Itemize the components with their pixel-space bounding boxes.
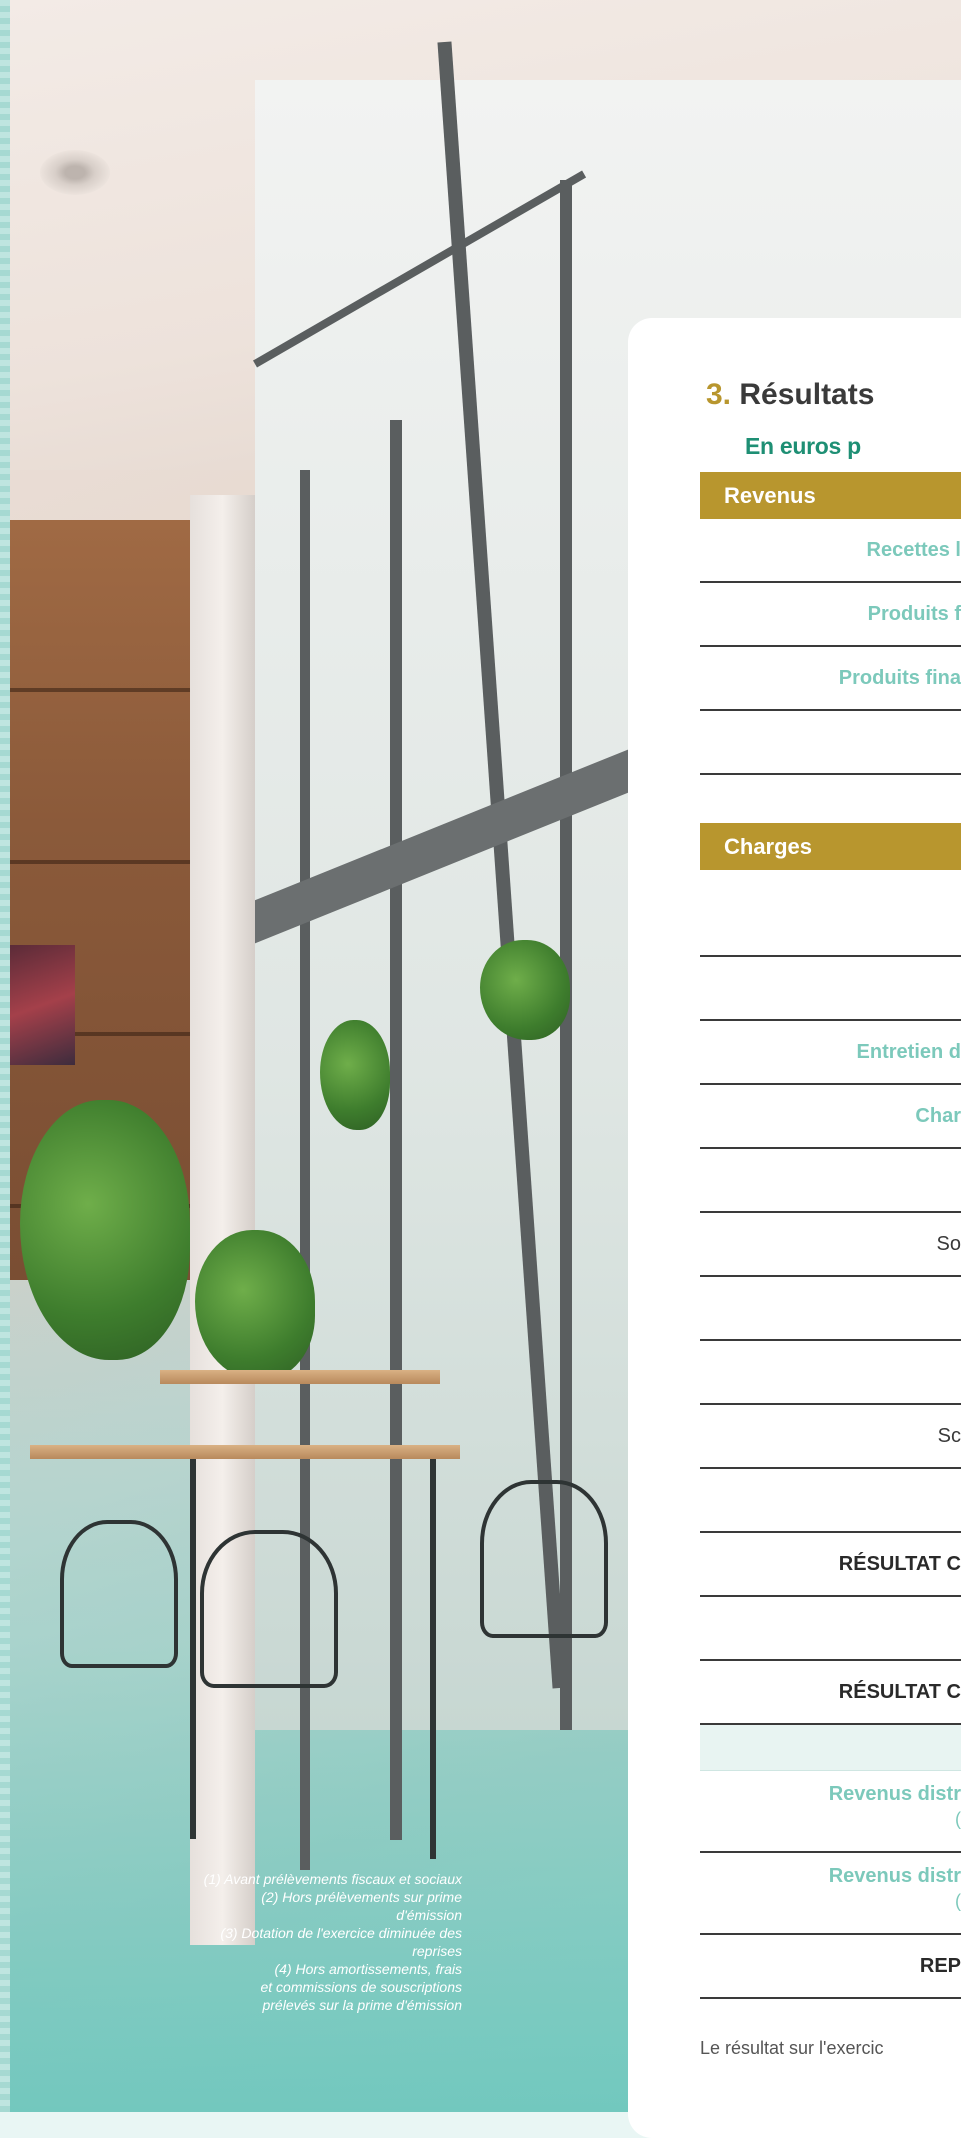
- chair: [60, 1520, 178, 1668]
- chair: [200, 1530, 338, 1688]
- table-row: Recettes l: [700, 519, 961, 583]
- footer-note: Le résultat sur l'exercic: [700, 2038, 884, 2059]
- palm-plant: [20, 1100, 190, 1360]
- window-mullion: [390, 420, 402, 1840]
- table-leg: [190, 1459, 196, 1839]
- table-row: [700, 1149, 961, 1213]
- chair: [480, 1480, 608, 1638]
- result-row: RÉSULTAT C: [700, 1533, 961, 1597]
- footnote: (3) Dotation de l'exercice diminuée des: [100, 1924, 462, 1942]
- table-row-subtotal: Sc: [700, 1405, 961, 1469]
- result-row: RÉSULTAT C: [700, 1661, 961, 1725]
- report-row: REP: [700, 1935, 961, 1999]
- row-label: Char: [915, 1105, 961, 1128]
- revenus-header-label: Revenus: [724, 483, 816, 509]
- table-row-total: [700, 711, 961, 775]
- palm-plant: [195, 1230, 315, 1380]
- row-label: REP: [920, 1955, 961, 1978]
- footnote: reprises: [100, 1942, 462, 1960]
- row-label: Produits f: [868, 603, 961, 626]
- revenus-header: Revenus: [700, 472, 961, 519]
- row-label: Sc: [938, 1425, 961, 1448]
- high-table: [160, 1370, 440, 1384]
- section-title: 3. Résultats: [706, 378, 874, 412]
- footnote: d'émission: [100, 1906, 462, 1924]
- row-sublabel: (: [955, 1809, 961, 1830]
- footnote: et commissions de souscriptions: [100, 1978, 462, 1996]
- section-title-text: Résultats: [739, 378, 874, 411]
- row-label: Recettes l: [867, 539, 961, 562]
- high-table: [30, 1445, 460, 1459]
- section-number: 3.: [706, 378, 731, 411]
- table-row: [700, 1341, 961, 1405]
- footnotes: (1) Avant prélèvements fiscaux et sociau…: [100, 1870, 462, 2014]
- distribution-row: Revenus distr (: [700, 1771, 961, 1853]
- row-label: Revenus distr: [829, 1865, 961, 1888]
- ceiling-vent: [40, 150, 110, 195]
- section-subtitle: En euros p: [745, 433, 861, 460]
- row-label: So: [937, 1233, 961, 1256]
- table-row: Produits f: [700, 583, 961, 647]
- distribution-row: Revenus distr (: [700, 1853, 961, 1935]
- hanging-plant: [320, 1020, 390, 1130]
- hanging-plant: [480, 940, 570, 1040]
- table-row: Produits fina: [700, 647, 961, 711]
- charges-header-label: Charges: [724, 834, 812, 860]
- white-column: [190, 495, 255, 1945]
- row-label: RÉSULTAT C: [839, 1553, 961, 1576]
- footnote: (4) Hors amortissements, frais: [100, 1960, 462, 1978]
- table-row: [700, 957, 961, 1021]
- row-sublabel: (: [955, 1891, 961, 1912]
- table-row-subtotal: So: [700, 1213, 961, 1277]
- table-leg: [430, 1459, 436, 1859]
- charges-header: Charges: [700, 823, 961, 870]
- table-row: [700, 1597, 961, 1661]
- table-row-highlight: [700, 1725, 961, 1771]
- footnote: prélevés sur la prime d'émission: [100, 1996, 462, 2014]
- table-row: [700, 893, 961, 957]
- table-row: [700, 1469, 961, 1533]
- row-label: Produits fina: [839, 667, 961, 690]
- wall-painting: [10, 945, 75, 1065]
- table-row: Entretien d: [700, 1021, 961, 1085]
- left-edge-pattern: [0, 0, 10, 2112]
- table-row: [700, 1277, 961, 1341]
- row-label: RÉSULTAT C: [839, 1681, 961, 1704]
- row-label: Revenus distr: [829, 1783, 961, 1806]
- footnote: (1) Avant prélèvements fiscaux et sociau…: [100, 1870, 462, 1888]
- row-label: Entretien d: [857, 1041, 961, 1064]
- footnote: (2) Hors prélèvements sur prime: [100, 1888, 462, 1906]
- table-row: Char: [700, 1085, 961, 1149]
